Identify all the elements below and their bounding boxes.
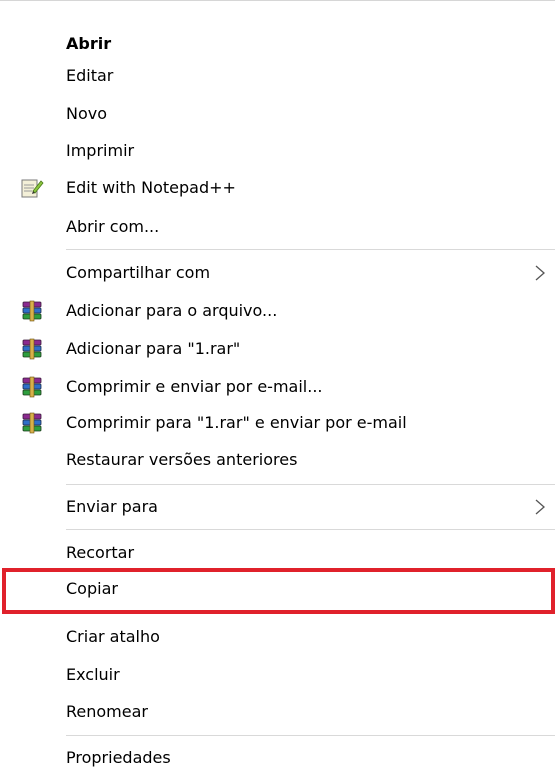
menu-item-propriedades[interactable]: Propriedades — [0, 739, 555, 777]
context-menu: Abrir Editar Novo Imprimir Edit with Not… — [0, 0, 555, 779]
menu-item-label: Abrir com... — [66, 217, 160, 236]
menu-item-label: Compartilhar com — [66, 263, 211, 282]
menu-item-renomear[interactable]: Renomear — [0, 693, 555, 731]
menu-separator — [66, 249, 555, 250]
menu-item-novo[interactable]: Novo — [0, 95, 555, 133]
menu-item-label: Enviar para — [66, 497, 158, 516]
menu-item-label: Edit with Notepad++ — [66, 178, 236, 197]
chevron-right-icon — [533, 496, 547, 518]
menu-item-comprimir-1rar-email[interactable]: Comprimir para "1.rar" e enviar por e-ma… — [0, 404, 555, 442]
menu-item-editar[interactable]: Editar — [0, 57, 555, 95]
menu-item-label: Criar atalho — [66, 627, 160, 646]
menu-item-excluir[interactable]: Excluir — [0, 656, 555, 694]
menu-item-label: Renomear — [66, 702, 148, 721]
menu-item-comprimir-email[interactable]: Comprimir e enviar por e-mail... — [0, 368, 555, 406]
menu-item-label: Comprimir e enviar por e-mail... — [66, 377, 323, 396]
menu-item-label: Recortar — [66, 543, 135, 562]
chevron-right-icon — [533, 262, 547, 284]
notepad-plus-plus-icon — [20, 177, 44, 199]
menu-item-adicionar-arquivo[interactable]: Adicionar para o arquivo... — [0, 292, 555, 330]
menu-item-label: Propriedades — [66, 748, 171, 767]
menu-item-enviar-para[interactable]: Enviar para — [0, 488, 555, 526]
menu-item-adicionar-1rar[interactable]: Adicionar para "1.rar" — [0, 330, 555, 368]
menu-item-recortar[interactable]: Recortar — [0, 534, 555, 572]
menu-item-label: Copiar — [66, 579, 118, 598]
menu-item-compartilhar-com[interactable]: Compartilhar com — [0, 254, 555, 292]
menu-item-restaurar-versoes[interactable]: Restaurar versões anteriores — [0, 441, 555, 479]
menu-item-copiar[interactable]: Copiar — [0, 570, 555, 608]
winrar-icon — [20, 412, 44, 434]
menu-item-label: Comprimir para "1.rar" e enviar por e-ma… — [66, 413, 407, 432]
menu-item-criar-atalho[interactable]: Criar atalho — [0, 618, 555, 656]
menu-separator — [66, 529, 555, 530]
menu-item-label: Imprimir — [66, 141, 135, 160]
menu-item-label: Adicionar para o arquivo... — [66, 301, 278, 320]
menu-item-edit-with-notepad[interactable]: Edit with Notepad++ — [0, 169, 555, 207]
menu-item-label: Abrir — [66, 34, 112, 53]
menu-item-label: Excluir — [66, 665, 120, 684]
menu-separator — [66, 484, 555, 485]
menu-item-label: Novo — [66, 104, 108, 123]
menu-item-abrir-com[interactable]: Abrir com... — [0, 208, 555, 246]
menu-item-label: Restaurar versões anteriores — [66, 450, 298, 469]
menu-separator — [66, 735, 555, 736]
menu-item-label: Adicionar para "1.rar" — [66, 339, 241, 358]
menu-item-label: Editar — [66, 66, 114, 85]
menu-item-imprimir[interactable]: Imprimir — [0, 132, 555, 170]
winrar-icon — [20, 338, 44, 360]
winrar-icon — [20, 300, 44, 322]
winrar-icon — [20, 376, 44, 398]
